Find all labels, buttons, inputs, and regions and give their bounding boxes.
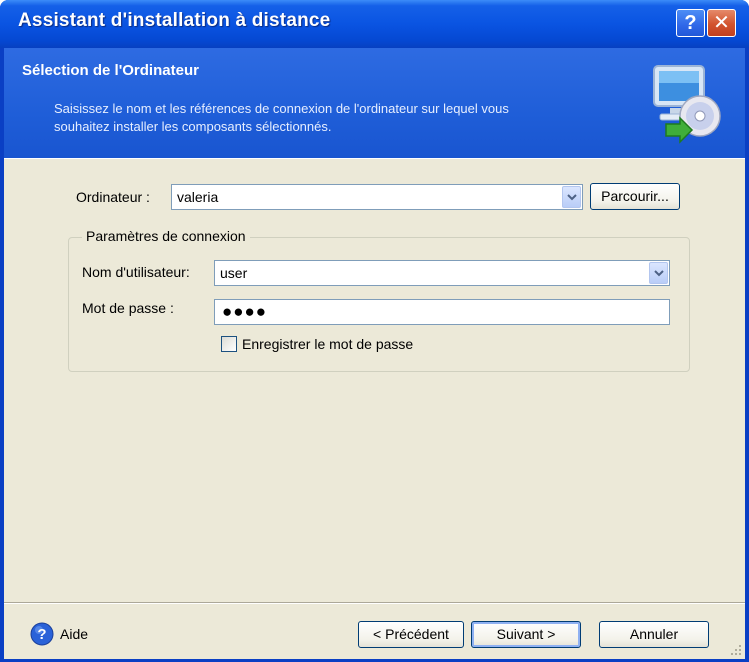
save-password-label[interactable]: Enregistrer le mot de passe bbox=[242, 336, 413, 352]
footer-divider bbox=[4, 602, 745, 604]
username-label: Nom d'utilisateur: bbox=[82, 264, 190, 280]
header-banner: Sélection de l'Ordinateur Saisissez le n… bbox=[4, 48, 745, 159]
computer-combobox[interactable]: valeria bbox=[171, 184, 583, 210]
save-password-checkbox[interactable] bbox=[221, 336, 237, 352]
help-link[interactable]: Aide bbox=[60, 626, 88, 642]
close-button[interactable]: ✕ bbox=[707, 9, 736, 37]
back-button[interactable]: < Précédent bbox=[358, 621, 464, 648]
browse-button[interactable]: Parcourir... bbox=[590, 183, 680, 210]
computer-label: Ordinateur : bbox=[76, 189, 150, 205]
svg-text:?: ? bbox=[37, 626, 46, 643]
computer-value: valeria bbox=[177, 189, 219, 205]
connection-settings-title: Paramètres de connexion bbox=[82, 228, 250, 244]
close-icon: ✕ bbox=[713, 12, 730, 34]
step-description-line-2: souhaitez installer les composants sélec… bbox=[54, 119, 332, 134]
step-title: Sélection de l'Ordinateur bbox=[22, 62, 199, 79]
resize-grip-icon[interactable] bbox=[730, 644, 742, 656]
cancel-button[interactable]: Annuler bbox=[599, 621, 709, 648]
username-combobox[interactable]: user bbox=[214, 260, 670, 286]
chevron-down-icon[interactable] bbox=[562, 186, 581, 208]
window-title: Assistant d'installation à distance bbox=[18, 10, 331, 31]
title-help-button[interactable]: ? bbox=[676, 9, 705, 37]
wizard-window: Assistant d'installation à distance ? ✕ … bbox=[0, 0, 749, 662]
step-description: Saisissez le nom et les références de co… bbox=[54, 100, 614, 136]
chevron-down-icon[interactable] bbox=[649, 262, 668, 284]
step-description-line-1: Saisissez le nom et les références de co… bbox=[54, 101, 509, 116]
password-label: Mot de passe : bbox=[82, 300, 174, 316]
question-mark-icon: ? bbox=[684, 12, 697, 34]
dialog-body: Sélection de l'Ordinateur Saisissez le n… bbox=[4, 48, 745, 659]
username-value: user bbox=[220, 265, 248, 281]
password-mask: ●●●● bbox=[222, 302, 268, 321]
computer-disc-icon bbox=[653, 65, 721, 144]
next-button[interactable]: Suivant > bbox=[471, 621, 581, 648]
title-bar[interactable]: Assistant d'installation à distance ? ✕ bbox=[0, 0, 749, 48]
password-field[interactable]: ●●●● bbox=[214, 299, 670, 325]
help-icon[interactable]: ? bbox=[30, 622, 54, 646]
